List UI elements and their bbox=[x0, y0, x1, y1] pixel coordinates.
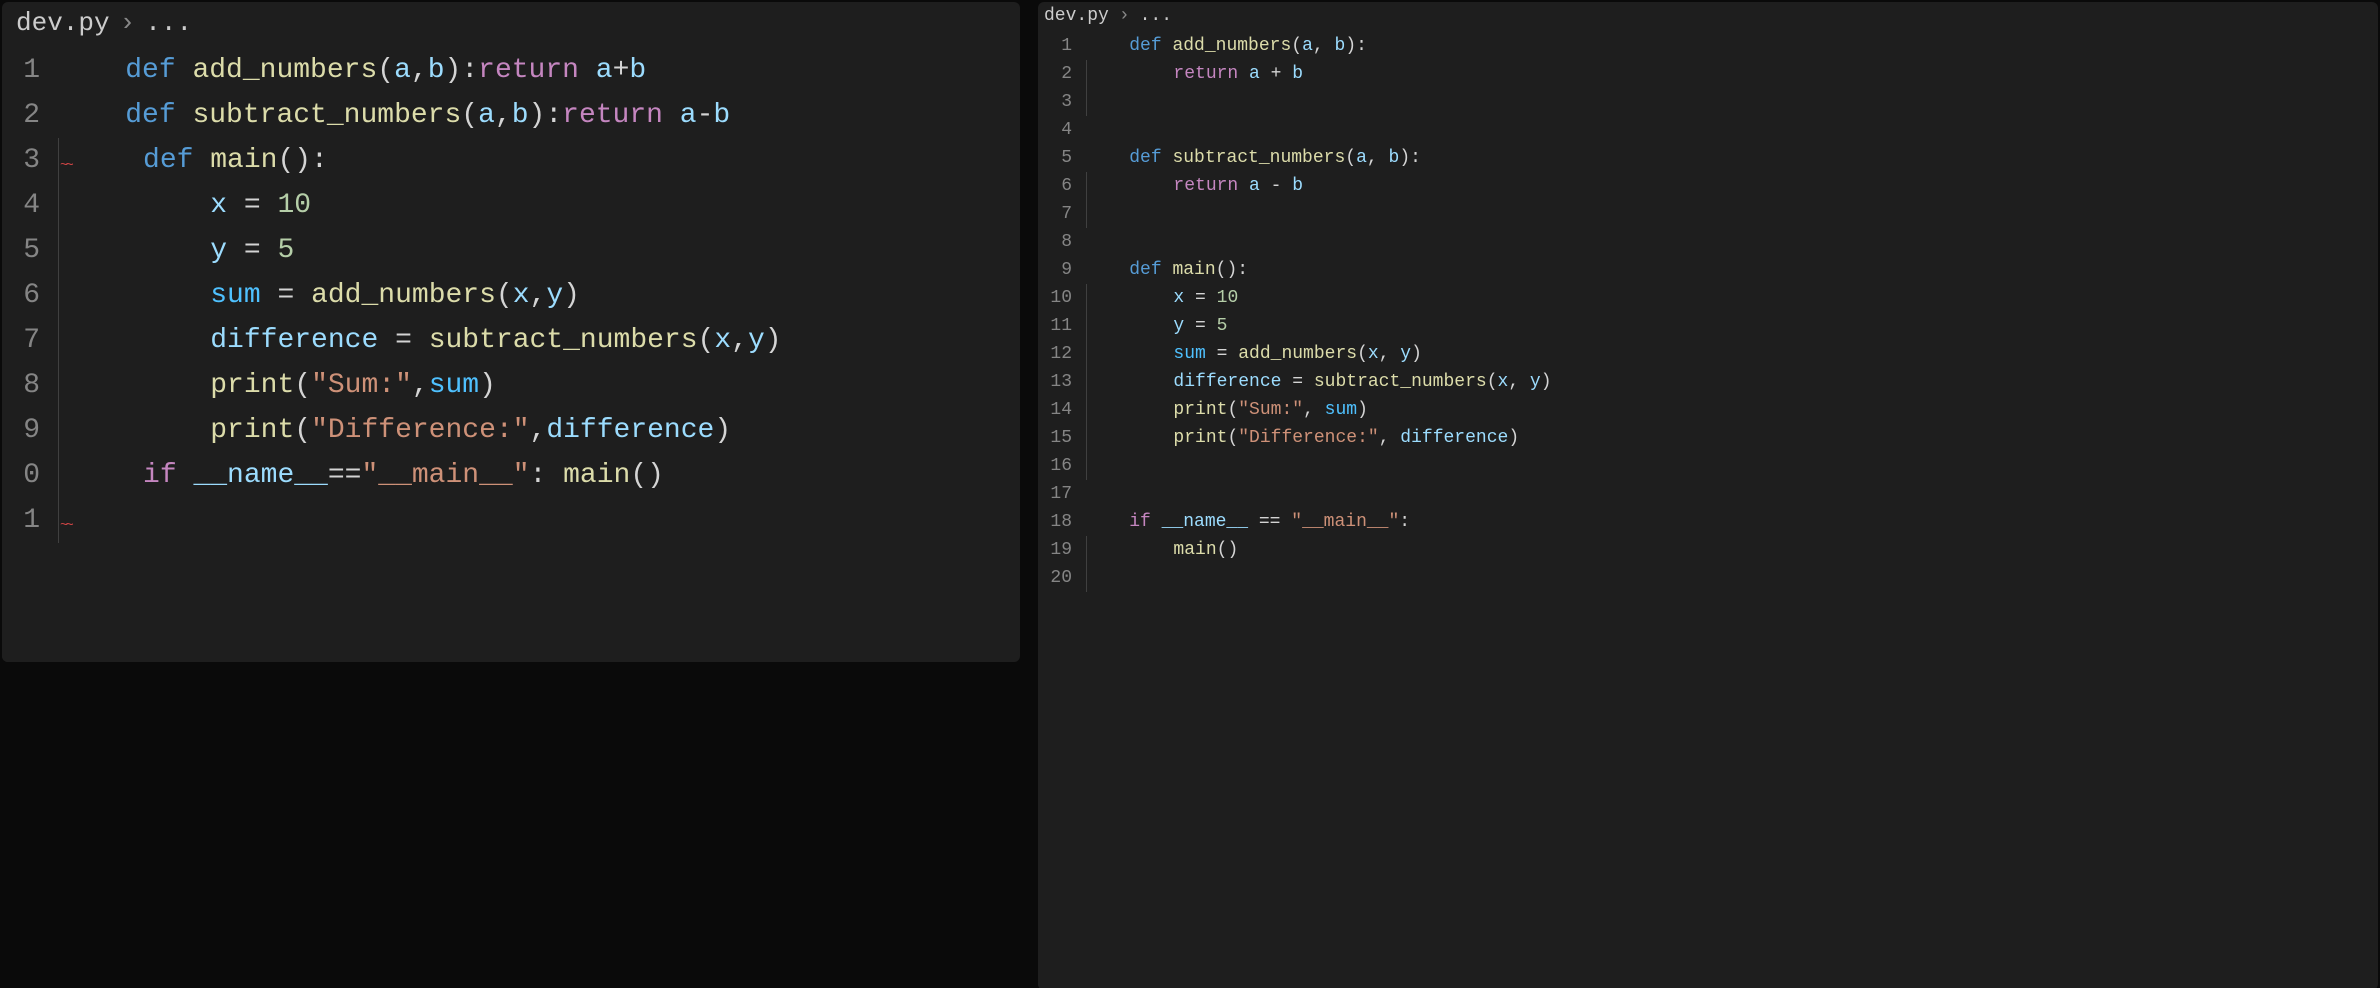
line-number: 9 bbox=[1046, 256, 1072, 284]
code-line[interactable] bbox=[1086, 228, 2378, 256]
line-number: 2 bbox=[10, 93, 40, 138]
error-squiggle-icon: ~~ bbox=[60, 504, 71, 549]
code-line[interactable] bbox=[1086, 116, 2378, 144]
line-number: 20 bbox=[1046, 564, 1072, 592]
breadcrumb-tail[interactable]: ... bbox=[145, 8, 192, 38]
line-number: 6 bbox=[1046, 172, 1072, 200]
code-line[interactable]: if __name__=="__main__": main() bbox=[58, 453, 1020, 498]
breadcrumb[interactable]: dev.py › ... bbox=[1038, 2, 2378, 32]
line-number: 2 bbox=[1046, 60, 1072, 88]
line-number: 12 bbox=[1046, 340, 1072, 368]
line-number: 4 bbox=[1046, 116, 1072, 144]
code-line[interactable]: def main(): bbox=[1086, 256, 2378, 284]
line-number: 18 bbox=[1046, 508, 1072, 536]
line-number: 7 bbox=[1046, 200, 1072, 228]
code-line[interactable]: return a - b bbox=[1086, 172, 2378, 200]
line-number: 15 bbox=[1046, 424, 1072, 452]
code-line[interactable]: def subtract_numbers(a,b):return a-b bbox=[58, 93, 1020, 138]
line-number: 4 bbox=[10, 183, 40, 228]
line-number: 16 bbox=[1046, 452, 1072, 480]
chevron-right-icon: › bbox=[1119, 6, 1130, 26]
code-area[interactable]: def add_numbers(a, b): return a + b def … bbox=[1086, 32, 2378, 988]
code-line[interactable] bbox=[1086, 88, 2378, 116]
chevron-right-icon: › bbox=[120, 8, 136, 38]
line-number: 9 bbox=[10, 408, 40, 453]
line-number: 1 bbox=[10, 48, 40, 93]
code-line[interactable]: def add_numbers(a, b): bbox=[1086, 32, 2378, 60]
code-line[interactable]: y = 5 bbox=[1086, 312, 2378, 340]
line-number: 5 bbox=[10, 228, 40, 273]
code-line[interactable]: print("Difference:", difference) bbox=[1086, 424, 2378, 452]
breadcrumb-file[interactable]: dev.py bbox=[16, 8, 110, 38]
code-line[interactable]: sum = add_numbers(x,y) bbox=[58, 273, 1020, 318]
code-line[interactable]: sum = add_numbers(x, y) bbox=[1086, 340, 2378, 368]
breadcrumb-tail[interactable]: ... bbox=[1140, 6, 1172, 26]
line-number: 7 bbox=[10, 318, 40, 363]
breadcrumb-file[interactable]: dev.py bbox=[1044, 6, 1109, 26]
breadcrumb[interactable]: dev.py › ... bbox=[2, 2, 1020, 48]
code-line[interactable]: def subtract_numbers(a, b): bbox=[1086, 144, 2378, 172]
code-line[interactable]: def add_numbers(a,b):return a+b bbox=[58, 48, 1020, 93]
code-line[interactable]: print("Sum:", sum) bbox=[1086, 396, 2378, 424]
line-number: 13 bbox=[1046, 368, 1072, 396]
line-number: 10 bbox=[1046, 284, 1072, 312]
editor-pane-right[interactable]: dev.py › ... 123456789101112131415161718… bbox=[1038, 2, 2378, 988]
line-number-gutter: 12345678901 bbox=[2, 48, 58, 662]
code-line[interactable]: difference = subtract_numbers(x,y) bbox=[58, 318, 1020, 363]
line-number: 0 bbox=[10, 453, 40, 498]
code-line[interactable]: if __name__ == "__main__": bbox=[1086, 508, 2378, 536]
code-line[interactable]: return a + b bbox=[1086, 60, 2378, 88]
line-number: 1 bbox=[10, 498, 40, 543]
code-area[interactable]: def add_numbers(a,b):return a+b def subt… bbox=[58, 48, 1020, 662]
code-line[interactable] bbox=[1086, 480, 2378, 508]
line-number-gutter: 1234567891011121314151617181920 bbox=[1038, 32, 1086, 988]
code-line[interactable]: x = 10 bbox=[1086, 284, 2378, 312]
code-line[interactable]: difference = subtract_numbers(x, y) bbox=[1086, 368, 2378, 396]
code-line[interactable] bbox=[1086, 564, 2378, 592]
code-line[interactable]: def main():~~ bbox=[58, 138, 1020, 183]
line-number: 17 bbox=[1046, 480, 1072, 508]
code-line[interactable]: print("Difference:",difference) bbox=[58, 408, 1020, 453]
editor-split-view: dev.py › ... 12345678901 def add_numbers… bbox=[0, 0, 2380, 988]
editor-pane-left[interactable]: dev.py › ... 12345678901 def add_numbers… bbox=[2, 2, 1020, 662]
line-number: 3 bbox=[1046, 88, 1072, 116]
line-number: 19 bbox=[1046, 536, 1072, 564]
line-number: 8 bbox=[10, 363, 40, 408]
code-line[interactable]: ~~ bbox=[58, 498, 1020, 543]
editor-body-right[interactable]: 1234567891011121314151617181920 def add_… bbox=[1038, 32, 2378, 988]
code-line[interactable]: print("Sum:",sum) bbox=[58, 363, 1020, 408]
code-line[interactable] bbox=[1086, 200, 2378, 228]
line-number: 5 bbox=[1046, 144, 1072, 172]
line-number: 11 bbox=[1046, 312, 1072, 340]
line-number: 3 bbox=[10, 138, 40, 183]
code-line[interactable] bbox=[1086, 452, 2378, 480]
line-number: 14 bbox=[1046, 396, 1072, 424]
editor-body-left[interactable]: 12345678901 def add_numbers(a,b):return … bbox=[2, 48, 1020, 662]
code-line[interactable]: y = 5 bbox=[58, 228, 1020, 273]
code-line[interactable]: x = 10 bbox=[58, 183, 1020, 228]
code-line[interactable]: main() bbox=[1086, 536, 2378, 564]
line-number: 1 bbox=[1046, 32, 1072, 60]
line-number: 8 bbox=[1046, 228, 1072, 256]
line-number: 6 bbox=[10, 273, 40, 318]
